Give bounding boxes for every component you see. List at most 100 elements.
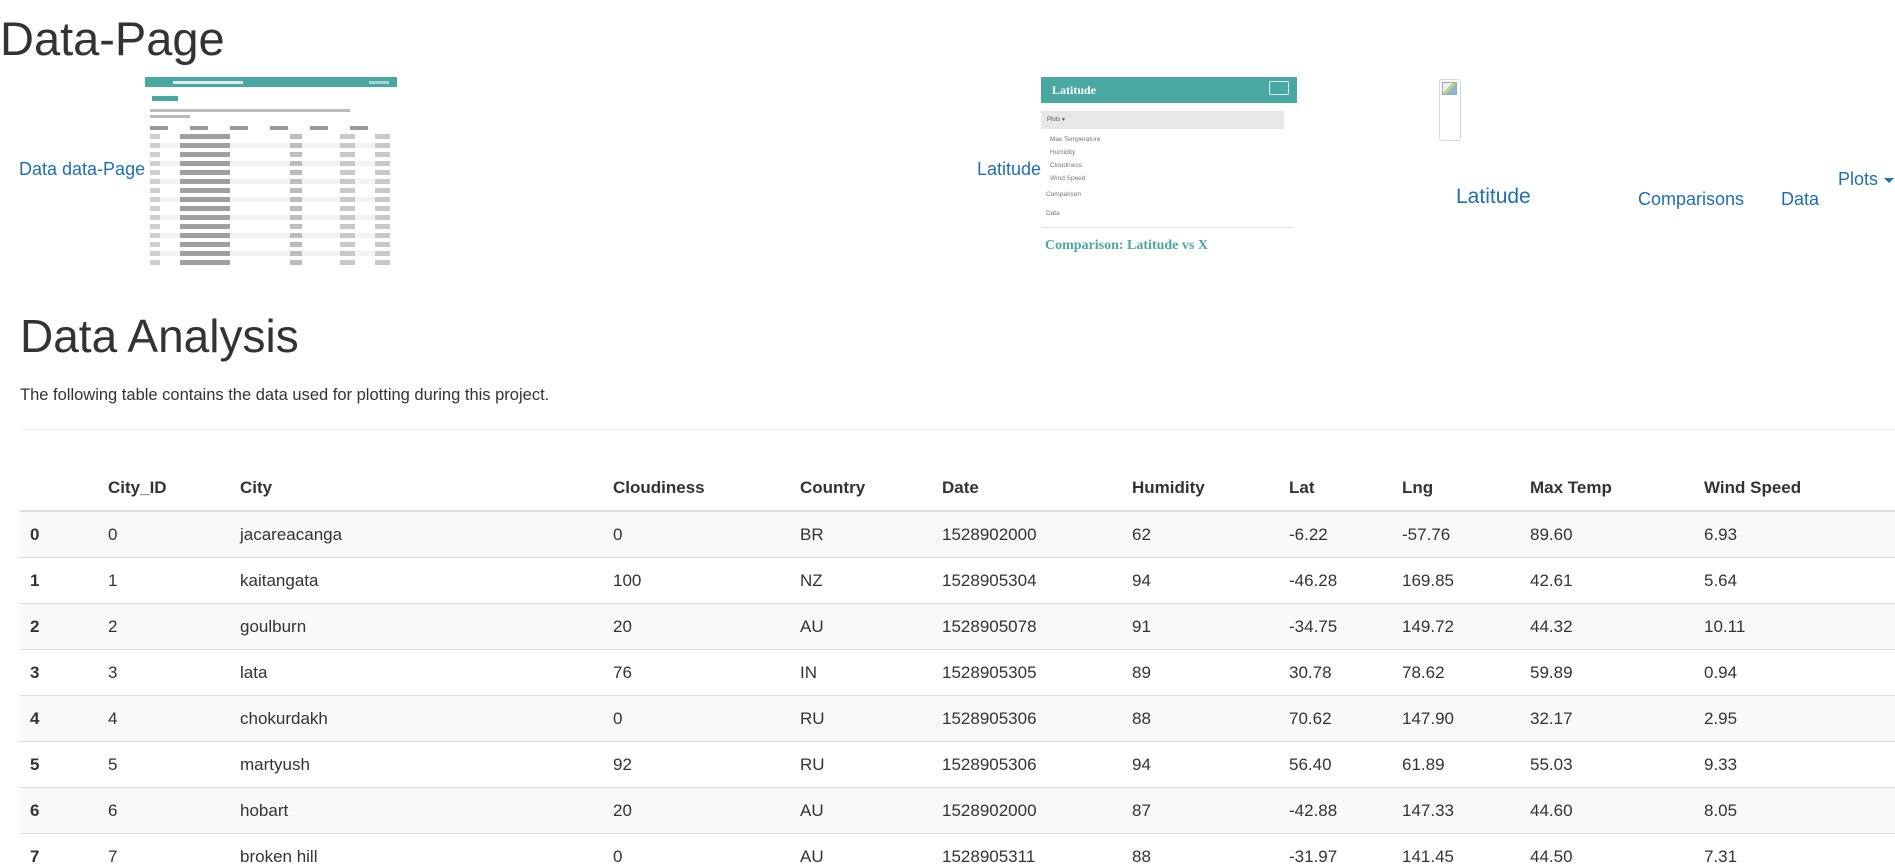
lng-cell: 141.45	[1402, 833, 1530, 866]
date-cell: 1528905304	[942, 557, 1132, 604]
max-temp-cell: 44.32	[1530, 603, 1704, 650]
city-cell: lata	[240, 649, 613, 696]
city-id-cell: 4	[108, 695, 240, 742]
max-temp-cell: 44.50	[1530, 833, 1704, 866]
table-row: 4 4 chokurdakh 0 RU 1528905306 88 70.62 …	[20, 695, 1895, 742]
thumbnail-table-row	[150, 251, 390, 256]
lng-cell: 147.33	[1402, 787, 1530, 834]
thumbnail-table-row	[150, 179, 390, 184]
wind-speed-cell: 9.33	[1704, 741, 1895, 788]
lat-cell: -34.75	[1289, 603, 1402, 650]
thumbnail-table-row	[150, 134, 390, 139]
table-header-row: City_ID City Cloudiness Country Date Hum…	[20, 466, 1895, 512]
plots-dropdown[interactable]: Plots	[1838, 168, 1895, 190]
city-id-cell: 2	[108, 603, 240, 650]
section-title: Data Analysis	[20, 310, 299, 362]
humidity-cell: 88	[1132, 695, 1289, 742]
page-heading: Data-Page	[0, 12, 225, 65]
comparisons-nav-link[interactable]: Comparisons	[1638, 188, 1744, 210]
lng-cell: 149.72	[1402, 603, 1530, 650]
thumbnail-table-row	[150, 188, 390, 193]
row-index-cell: 2	[20, 603, 108, 650]
thumbnail-menu-item: Wind Speed	[1050, 175, 1086, 182]
lng-cell: 61.89	[1402, 741, 1530, 788]
thumbnail-menu-item: Data	[1046, 210, 1060, 217]
latitude-link[interactable]: Latitude	[977, 158, 1041, 180]
latitude-nav-link[interactable]: Latitude	[1456, 186, 1531, 208]
cloudiness-cell: 0	[613, 510, 800, 558]
date-cell: 1528905311	[942, 833, 1132, 866]
humidity-cell: 91	[1132, 603, 1289, 650]
data-page-link[interactable]: Data data-Page	[19, 158, 145, 180]
column-header-wind-speed: Wind Speed	[1704, 466, 1895, 512]
lat-cell: -6.22	[1289, 510, 1402, 558]
country-cell: RU	[800, 695, 942, 742]
table-row: 0 0 jacareacanga 0 BR 1528902000 62 -6.2…	[20, 510, 1895, 558]
thumbnail-comparison-heading: Comparison: Latitude vs X	[1045, 238, 1208, 253]
country-cell: AU	[800, 833, 942, 866]
country-cell: BR	[800, 510, 942, 558]
column-header-max-temp: Max Temp	[1530, 466, 1704, 512]
thumbnail-menu-item: Humidity	[1050, 149, 1076, 156]
date-cell: 1528902000	[942, 787, 1132, 834]
column-header-humidity: Humidity	[1132, 466, 1289, 512]
table-row: 6 6 hobart 20 AU 1528902000 87 -42.88 14…	[20, 787, 1895, 834]
weather-data-table: City_ID City Cloudiness Country Date Hum…	[20, 466, 1895, 866]
cloudiness-cell: 76	[613, 649, 800, 696]
lat-cell: -31.97	[1289, 833, 1402, 866]
thumbnail-navbar: Latitude	[1041, 77, 1297, 103]
thumbnail-table-row	[150, 161, 390, 166]
row-index-cell: 3	[20, 649, 108, 696]
cloudiness-cell: 20	[613, 787, 800, 834]
data-page-thumbnail[interactable]	[145, 77, 397, 265]
humidity-cell: 87	[1132, 787, 1289, 834]
max-temp-cell: 59.89	[1530, 649, 1704, 696]
date-cell: 1528905306	[942, 741, 1132, 788]
city-id-cell: 0	[108, 510, 240, 558]
date-cell: 1528905305	[942, 649, 1132, 696]
plots-dropdown-label: Plots	[1838, 169, 1879, 189]
wind-speed-cell: 0.94	[1704, 649, 1895, 696]
wind-speed-cell: 5.64	[1704, 557, 1895, 604]
column-header-lng: Lng	[1402, 466, 1530, 512]
date-cell: 1528905306	[942, 695, 1132, 742]
humidity-cell: 94	[1132, 557, 1289, 604]
humidity-cell: 62	[1132, 510, 1289, 558]
column-header-country: Country	[800, 466, 942, 512]
thumbnail-table-row	[150, 242, 390, 247]
city-id-cell: 1	[108, 557, 240, 604]
column-header-index	[20, 466, 108, 512]
column-header-cloudiness: Cloudiness	[613, 466, 800, 512]
lng-cell: 147.90	[1402, 695, 1530, 742]
thumbnail-table-row	[150, 224, 390, 229]
cloudiness-cell: 20	[613, 603, 800, 650]
thumbnail-title	[152, 96, 178, 101]
lng-cell: -57.76	[1402, 510, 1530, 558]
max-temp-cell: 89.60	[1530, 510, 1704, 558]
city-cell: martyush	[240, 741, 613, 788]
country-cell: NZ	[800, 557, 942, 604]
max-temp-cell: 42.61	[1530, 557, 1704, 604]
row-index-cell: 7	[20, 833, 108, 866]
table-row: 3 3 lata 76 IN 1528905305 89 30.78 78.62…	[20, 649, 1895, 696]
thumbnail-table-row	[150, 152, 390, 157]
thumbnail-menu-item: Max Temperature	[1050, 136, 1101, 143]
table-row: 7 7 broken hill 0 AU 1528905311 88 -31.9…	[20, 833, 1895, 866]
country-cell: RU	[800, 741, 942, 788]
column-header-lat: Lat	[1289, 466, 1402, 512]
max-temp-cell: 44.60	[1530, 787, 1704, 834]
page: Data-Page Data data-Page Latitude Latitu…	[0, 0, 1895, 866]
city-cell: goulburn	[240, 603, 613, 650]
table-row: 2 2 goulburn 20 AU 1528905078 91 -34.75 …	[20, 603, 1895, 650]
row-index-cell: 1	[20, 557, 108, 604]
lat-cell: 56.40	[1289, 741, 1402, 788]
cloudiness-cell: 100	[613, 557, 800, 604]
image-placeholder-icon	[1442, 82, 1457, 95]
latitude-thumbnail[interactable]: Latitude Plots ▾ Max Temperature Humidit…	[1041, 77, 1297, 267]
lat-cell: 70.62	[1289, 695, 1402, 742]
thumbnail-divider	[1041, 227, 1293, 228]
data-nav-link[interactable]: Data	[1781, 188, 1819, 210]
thumbnail-menu-item: Cloudiness	[1050, 162, 1083, 169]
max-temp-cell: 55.03	[1530, 741, 1704, 788]
country-cell: AU	[800, 603, 942, 650]
